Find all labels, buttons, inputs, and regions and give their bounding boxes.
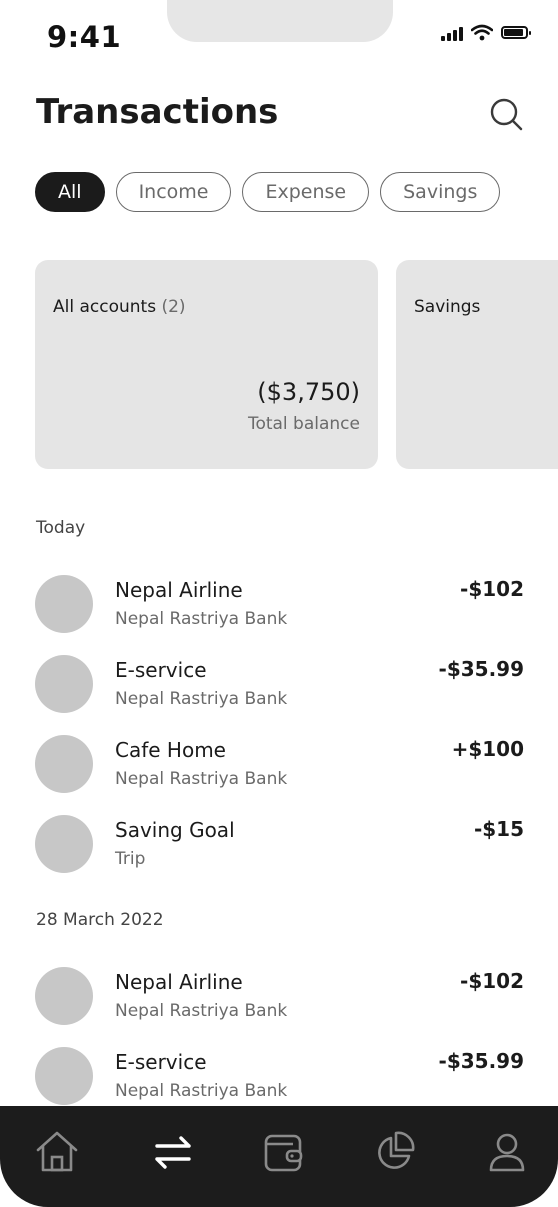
transaction-name: Saving Goal [115,818,235,842]
nav-transactions[interactable] [149,1128,197,1176]
total-balance-amount: ($3,750) [257,378,360,406]
transaction-account: Nepal Rastriya Bank [115,769,288,789]
home-icon [36,1131,78,1172]
search-icon [490,98,523,131]
pie-chart-icon [378,1131,415,1169]
transaction-row[interactable]: Nepal Airline Nepal Rastriya Bank -$102 [35,575,524,633]
card-title: All accounts (2) [53,297,186,317]
battery-icon [501,26,531,39]
transaction-account: Trip [115,849,146,869]
nav-wallet[interactable] [259,1128,307,1176]
tab-all[interactable]: All [35,172,105,212]
account-card-all[interactable]: All accounts (2) ($3,750) Total balance [35,260,378,469]
transaction-name: E-service [115,658,207,682]
nav-profile[interactable] [483,1128,531,1176]
avatar [35,1047,93,1105]
filter-tabs: All Income Expense Savings [35,172,501,212]
transaction-account: Nepal Rastriya Bank [115,1001,288,1021]
transaction-amount: +$100 [451,737,524,761]
transaction-row[interactable]: Nepal Airline Nepal Rastriya Bank -$102 [35,967,524,1025]
status-icons [441,24,531,41]
account-card-savings[interactable]: Savings [396,260,558,469]
transaction-name: E-service [115,1050,207,1074]
tab-income[interactable]: Income [115,172,232,212]
transaction-name: Nepal Airline [115,970,243,994]
nav-home[interactable] [33,1128,81,1176]
tab-expense[interactable]: Expense [242,172,370,212]
transaction-row[interactable]: E-service Nepal Rastriya Bank -$35.99 [35,655,524,713]
nav-statistics[interactable] [371,1128,419,1176]
transaction-row[interactable]: E-service Nepal Rastriya Bank -$35.99 [35,1047,524,1105]
avatar [35,575,93,633]
transaction-amount: -$15 [473,817,524,841]
card-title: Savings [414,297,481,317]
transfer-icon [155,1136,191,1169]
transaction-row[interactable]: Saving Goal Trip -$15 [35,815,524,873]
transaction-account: Nepal Rastriya Bank [115,609,288,629]
search-button[interactable] [488,96,524,132]
transaction-amount: -$102 [460,577,524,601]
avatar [35,655,93,713]
section-label-today: Today [36,518,86,538]
avatar [35,815,93,873]
profile-icon [489,1133,525,1172]
transaction-amount: -$35.99 [438,657,524,681]
cellular-signal-icon [441,25,463,41]
wifi-icon [471,24,493,41]
page-title: Transactions [36,92,279,132]
transaction-amount: -$35.99 [438,1049,524,1073]
transaction-account: Nepal Rastriya Bank [115,689,288,709]
wallet-icon [264,1134,303,1172]
device-notch [167,0,393,42]
card-count: (2) [161,297,186,317]
avatar [35,967,93,1025]
section-label-date: 28 March 2022 [36,910,164,930]
status-time: 9:41 [47,20,122,54]
bottom-nav [0,1106,558,1207]
tab-savings[interactable]: Savings [380,172,501,212]
transaction-name: Cafe Home [115,738,226,762]
avatar [35,735,93,793]
total-balance-label: Total balance [247,414,360,434]
card-title-text: All accounts [53,297,157,317]
transaction-amount: -$102 [460,969,524,993]
transaction-row[interactable]: Cafe Home Nepal Rastriya Bank +$100 [35,735,524,793]
transaction-account: Nepal Rastriya Bank [115,1081,288,1101]
transaction-name: Nepal Airline [115,578,243,602]
